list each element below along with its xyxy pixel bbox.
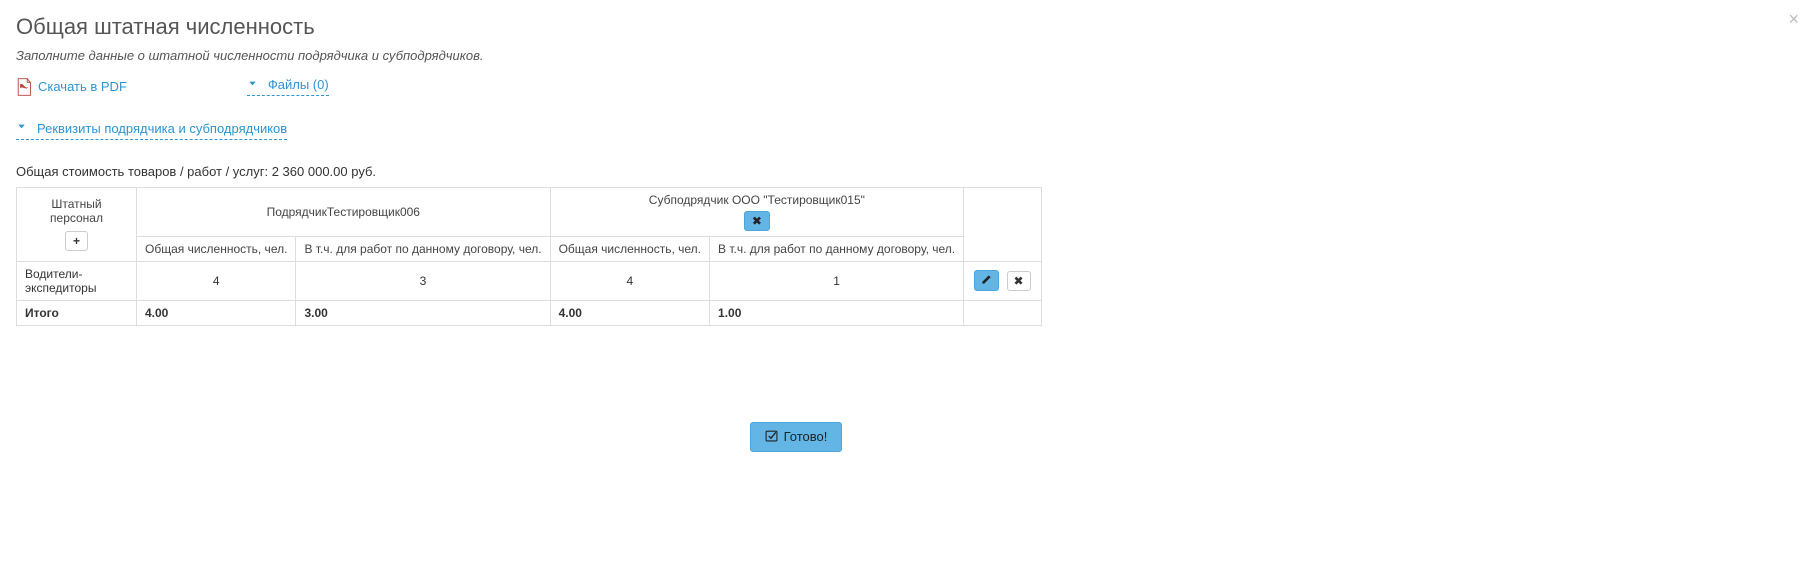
- table-total-row: Итого 4.00 3.00 4.00 1.00: [17, 300, 1042, 325]
- ready-label: Готово!: [784, 429, 828, 444]
- pencil-icon: [981, 274, 992, 287]
- total-c-total: 4.00: [137, 300, 296, 325]
- close-icon: ✖: [1014, 275, 1024, 287]
- staff-table: Штатный персонал + ПодрядчикТестировщик0…: [16, 187, 1042, 326]
- close-icon[interactable]: ×: [1788, 10, 1799, 28]
- ready-button[interactable]: Готово!: [750, 422, 843, 452]
- total-s-contract: 1.00: [710, 300, 964, 325]
- row-s-total: 4: [550, 261, 709, 300]
- remove-subcontractor-button[interactable]: ✖: [744, 211, 770, 231]
- chevron-down-icon: [247, 78, 258, 92]
- files-collapse-link[interactable]: Файлы (0): [247, 77, 329, 96]
- files-label: Файлы (0): [268, 77, 329, 92]
- plus-icon: +: [73, 235, 80, 247]
- links-row: Скачать в PDF Файлы (0): [16, 77, 1576, 96]
- edit-row-button[interactable]: [974, 270, 999, 291]
- total-actions-empty: [964, 300, 1041, 325]
- total-cost-text: Общая стоимость товаров / работ / услуг:…: [16, 164, 1576, 179]
- row-c-total: 4: [137, 261, 296, 300]
- delete-row-button[interactable]: ✖: [1007, 271, 1031, 291]
- table-row: Водители-экспедиторы 4 3 4 1 ✖: [17, 261, 1042, 300]
- page-title: Общая штатная численность: [16, 14, 1576, 40]
- requisites-label: Реквизиты подрядчика и субподрядчиков: [37, 121, 287, 136]
- download-pdf-link[interactable]: Скачать в PDF: [16, 78, 127, 96]
- total-label: Итого: [17, 300, 137, 325]
- th-actions: [964, 187, 1041, 261]
- requisites-collapse-link[interactable]: Реквизиты подрядчика и субподрядчиков: [16, 121, 287, 140]
- page-subtitle: Заполните данные о штатной численности п…: [16, 48, 1576, 63]
- chevron-down-icon: [16, 121, 27, 135]
- close-icon: ✖: [752, 215, 762, 227]
- th-c-total: Общая численность, чел.: [137, 236, 296, 261]
- total-s-total: 4.00: [550, 300, 709, 325]
- row-label: Водители-экспедиторы: [17, 261, 137, 300]
- th-staff-label: Штатный персонал: [25, 197, 128, 225]
- row-c-contract: 3: [296, 261, 550, 300]
- total-c-contract: 3.00: [296, 300, 550, 325]
- th-s-total: Общая численность, чел.: [550, 236, 709, 261]
- th-staff: Штатный персонал +: [17, 187, 137, 261]
- check-icon: [765, 429, 778, 445]
- th-contractor: ПодрядчикТестировщик006: [137, 187, 551, 236]
- th-subcontractor-label: Субподрядчик ООО "Тестировщик015": [559, 193, 956, 207]
- pdf-icon: [16, 78, 32, 96]
- th-c-contract: В т.ч. для работ по данному договору, че…: [296, 236, 550, 261]
- th-subcontractor: Субподрядчик ООО "Тестировщик015" ✖: [550, 187, 964, 236]
- download-pdf-label: Скачать в PDF: [38, 79, 127, 94]
- add-staff-button[interactable]: +: [65, 231, 88, 251]
- th-s-contract: В т.ч. для работ по данному договору, че…: [710, 236, 964, 261]
- row-s-contract: 1: [710, 261, 964, 300]
